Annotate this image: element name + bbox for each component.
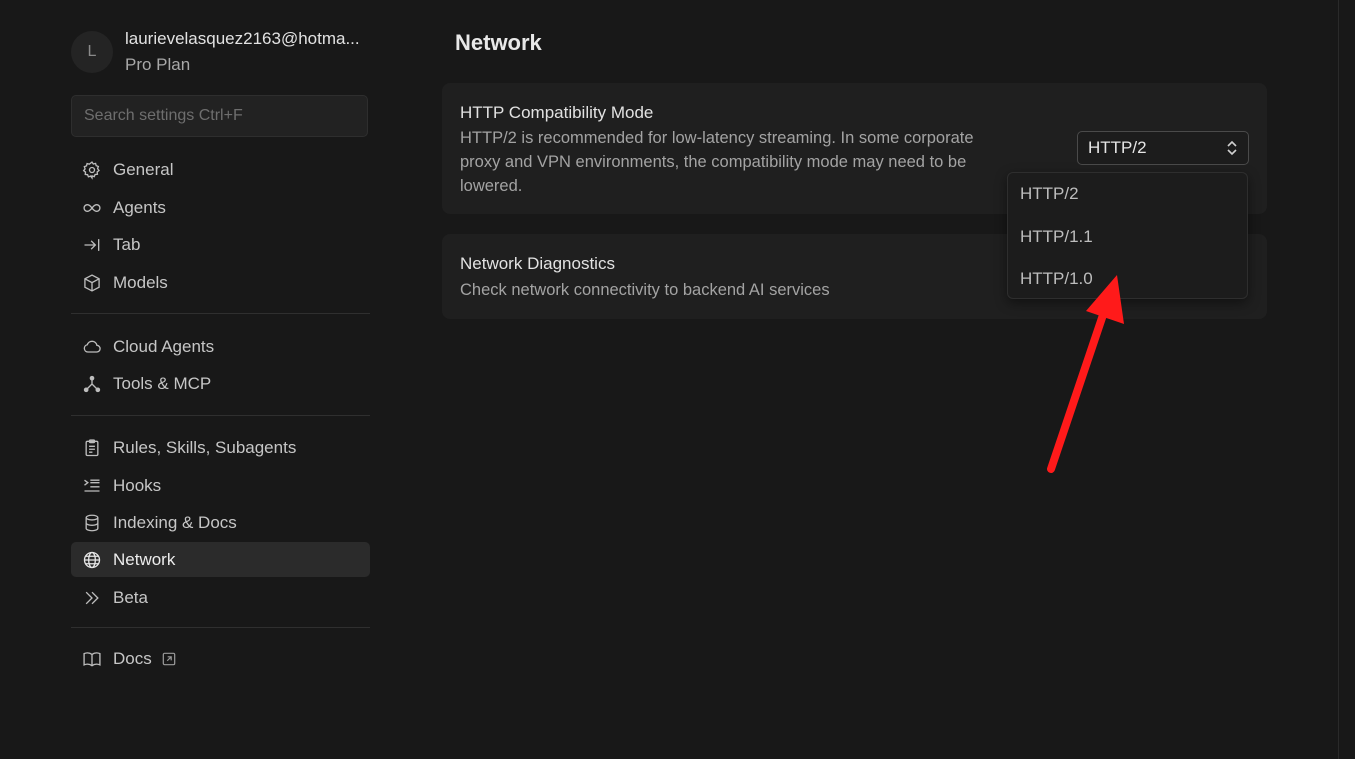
description-line: lowered. — [460, 177, 523, 195]
sidebar-divider — [71, 313, 370, 314]
window-edge-divider — [1338, 0, 1339, 759]
nodes-icon — [81, 373, 103, 395]
http-compatibility-title: HTTP Compatibility Mode — [460, 103, 654, 122]
http-compatibility-description: HTTP/2 is recommended for low-latency st… — [460, 126, 974, 198]
book-icon — [81, 648, 103, 670]
http-mode-select[interactable]: HTTP/2 — [1077, 131, 1249, 165]
sidebar-item-label: General — [113, 159, 174, 179]
sidebar-divider — [71, 627, 370, 628]
cube-icon — [81, 272, 103, 294]
page-title: Network — [455, 30, 542, 55]
sidebar-item-label: Models — [113, 272, 168, 292]
sidebar-item-label: Cloud Agents — [113, 336, 215, 356]
sidebar-item-label: Network — [113, 549, 176, 569]
sidebar-item-tab[interactable]: Tab — [71, 227, 370, 262]
settings-sidebar: L laurievelasquez2163@hotma... Pro Plan … — [0, 0, 400, 759]
globe-icon — [81, 549, 103, 571]
sidebar-item-network[interactable]: Network — [71, 542, 370, 577]
cloud-icon — [81, 336, 103, 358]
clipboard-icon — [81, 437, 103, 459]
option-http2[interactable]: HTTP/2 — [1020, 184, 1079, 204]
sidebar-item-label: Hooks — [113, 475, 162, 495]
sidebar-item-label: Agents — [113, 197, 166, 217]
description-line: HTTP/2 is recommended for low-latency st… — [460, 129, 974, 147]
sidebar-item-models[interactable]: Models — [71, 265, 370, 300]
sidebar-item-label: Tab — [113, 234, 141, 254]
sidebar-item-cloud-agents[interactable]: Cloud Agents — [71, 329, 370, 364]
sidebar-item-label: Tools & MCP — [113, 373, 212, 393]
search-settings-box[interactable] — [71, 95, 368, 137]
sidebar-item-beta[interactable]: Beta — [71, 580, 370, 615]
sidebar-item-label: Indexing & Docs — [113, 512, 237, 532]
network-diagnostics-title: Network Diagnostics — [460, 254, 615, 273]
option-http1-1[interactable]: HTTP/1.1 — [1020, 227, 1093, 247]
infinity-icon — [81, 197, 103, 219]
avatar: L — [71, 31, 113, 73]
double-chevron-icon — [81, 587, 103, 609]
sidebar-item-docs[interactable]: Docs — [71, 641, 370, 676]
tab-arrow-icon — [81, 234, 103, 256]
network-diagnostics-description: Check network connectivity to backend AI… — [460, 281, 830, 299]
sidebar-item-tools-mcp[interactable]: Tools & MCP — [71, 366, 370, 401]
description-line: proxy and VPN environments, the compatib… — [460, 153, 967, 171]
sidebar-item-label: Docs — [113, 648, 152, 668]
account-header[interactable]: L laurievelasquez2163@hotma... Pro Plan — [71, 29, 371, 81]
database-icon — [81, 512, 103, 534]
external-link-icon — [162, 652, 176, 666]
http-mode-selected-value: HTTP/2 — [1088, 138, 1147, 157]
sidebar-item-rules[interactable]: Rules, Skills, Subagents — [71, 430, 370, 465]
option-http1-0[interactable]: HTTP/1.0 — [1020, 269, 1093, 289]
sidebar-item-general[interactable]: General — [71, 152, 370, 187]
sidebar-divider — [71, 415, 370, 416]
gear-icon — [81, 159, 103, 181]
sidebar-item-hooks[interactable]: Hooks — [71, 468, 370, 503]
sidebar-item-label: Rules, Skills, Subagents — [113, 437, 297, 457]
sidebar-item-agents[interactable]: Agents — [71, 190, 370, 225]
sidebar-item-indexing-docs[interactable]: Indexing & Docs — [71, 505, 370, 540]
account-plan: Pro Plan — [125, 55, 191, 74]
chevron-updown-icon — [1224, 139, 1240, 157]
hooks-list-icon — [81, 475, 103, 497]
account-email: laurievelasquez2163@hotma... — [125, 29, 360, 48]
http-mode-dropdown: HTTP/2 HTTP/1.1 HTTP/1.0 — [1007, 172, 1248, 299]
search-input[interactable] — [82, 106, 357, 126]
sidebar-item-label: Beta — [113, 587, 148, 607]
